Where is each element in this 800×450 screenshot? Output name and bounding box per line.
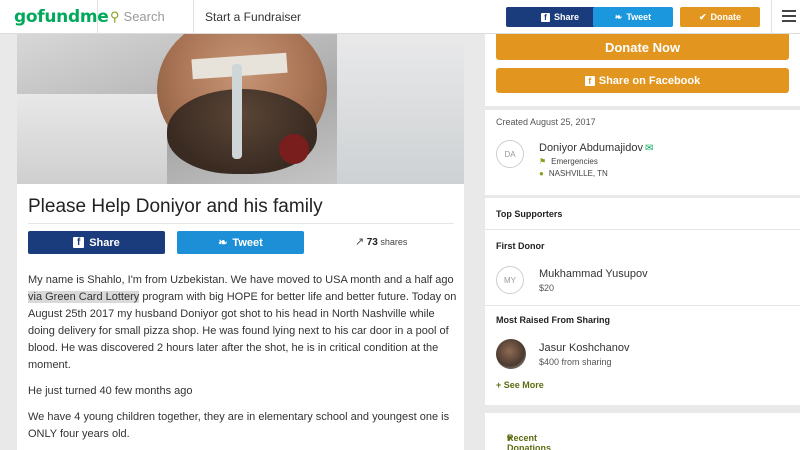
supporters-panel: Top Supporters First Donor MY Mukhammad … bbox=[485, 198, 800, 405]
share-count-label: shares bbox=[380, 237, 408, 247]
trending-icon: ↗ bbox=[355, 236, 365, 248]
facebook-icon: f bbox=[584, 75, 595, 86]
twitter-icon: ❧ bbox=[614, 11, 623, 22]
campaign-title: Please Help Doniyor and his family bbox=[28, 196, 323, 217]
facebook-share-button[interactable]: f Share bbox=[28, 231, 165, 254]
header-donate-label: Donate bbox=[710, 12, 742, 22]
top-supporters-heading: Top Supporters bbox=[496, 209, 563, 219]
campaign-photo bbox=[17, 34, 464, 184]
tweet-label: Tweet bbox=[232, 236, 263, 249]
story-paragraph: He just turned 40 few months ago bbox=[28, 385, 193, 397]
see-more-link[interactable]: + See More bbox=[496, 380, 544, 390]
gofundme-logo[interactable]: gofundme bbox=[14, 7, 109, 27]
header-tweet-label: Tweet bbox=[626, 12, 652, 22]
search-field[interactable]: ⚲ Search bbox=[110, 9, 165, 25]
header-share-label: Share bbox=[553, 12, 579, 22]
share-count-value: 73 bbox=[366, 237, 378, 248]
avatar: MY bbox=[496, 266, 524, 294]
location-pin-icon: ● bbox=[539, 169, 544, 178]
checkmark-icon: ✔ bbox=[698, 11, 707, 22]
search-placeholder: Search bbox=[123, 9, 165, 24]
start-fundraiser-link[interactable]: Start a Fundraiser bbox=[205, 10, 301, 24]
avatar bbox=[496, 339, 526, 369]
donate-panel: Donate Now f Share on Facebook bbox=[485, 34, 800, 106]
header-donate-button[interactable]: ✔ Donate bbox=[680, 7, 760, 27]
share-on-facebook-button[interactable]: f Share on Facebook bbox=[496, 68, 789, 93]
donate-now-button[interactable]: Donate Now bbox=[496, 34, 789, 60]
organizer-location: ● NASHVILLE, TN bbox=[539, 169, 608, 178]
facebook-share-label: Share bbox=[89, 236, 120, 249]
tweet-button[interactable]: ❧ Tweet bbox=[177, 231, 304, 254]
divider bbox=[28, 223, 454, 224]
story-paragraph: My name is Shahlo, I'm from Uzbekistan. … bbox=[28, 274, 457, 371]
most-raised-name: Jasur Koshchanov bbox=[539, 342, 630, 354]
first-donor-name: Mukhammad Yusupov bbox=[539, 268, 648, 280]
facebook-icon: f bbox=[73, 237, 85, 248]
campaign-card: Please Help Doniyor and his family f Sha… bbox=[17, 34, 464, 450]
message-icon[interactable]: ✉ bbox=[645, 143, 653, 154]
nav-divider bbox=[97, 0, 98, 34]
highlighted-text: via Green Card Lottery bbox=[28, 291, 140, 303]
search-icon: ⚲ bbox=[110, 9, 120, 24]
organizer-name[interactable]: Doniyor Abdumajidov ✉ bbox=[539, 142, 653, 154]
share-count: ↗ 73 shares bbox=[355, 235, 407, 248]
created-date: Created August 25, 2017 bbox=[496, 117, 596, 127]
tag-icon: ⚑ bbox=[539, 157, 547, 166]
top-nav: gofundme ⚲ Search Start a Fundraiser f Sh… bbox=[0, 0, 800, 34]
first-donor-heading: First Donor bbox=[496, 241, 545, 251]
nav-divider bbox=[193, 0, 194, 34]
story-paragraph: We have 4 young children together, they … bbox=[28, 411, 450, 440]
menu-icon[interactable] bbox=[782, 10, 796, 22]
organizer-panel: Created August 25, 2017 DA Doniyor Abdum… bbox=[485, 110, 800, 195]
avatar: DA bbox=[496, 140, 524, 168]
most-raised-heading: Most Raised From Sharing bbox=[496, 315, 611, 325]
twitter-icon: ❧ bbox=[218, 237, 228, 249]
facebook-icon: f bbox=[540, 12, 550, 22]
nav-divider bbox=[771, 0, 772, 34]
most-raised-amount: $400 from sharing bbox=[539, 357, 612, 367]
campaign-story: My name is Shahlo, I'm from Uzbekistan. … bbox=[28, 272, 458, 450]
divider bbox=[485, 229, 800, 230]
caret-down-icon: ▾ bbox=[507, 433, 512, 443]
first-donor-amount: $20 bbox=[539, 283, 555, 293]
divider bbox=[485, 305, 800, 306]
organizer-category: ⚑ Emergencies bbox=[539, 157, 598, 166]
recent-donations-panel: Recent Donations ▾ bbox=[485, 413, 800, 450]
share-on-facebook-label: Share on Facebook bbox=[598, 74, 701, 87]
header-tweet-button[interactable]: ❧ Tweet bbox=[593, 7, 673, 27]
